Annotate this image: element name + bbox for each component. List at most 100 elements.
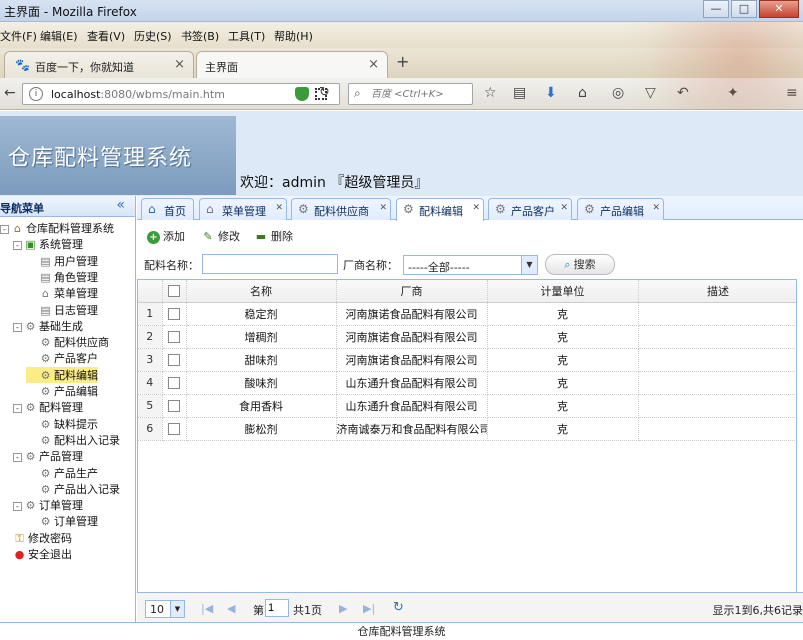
sidebar-item[interactable]: ⚙ 配料编辑	[26, 366, 98, 383]
edit-button[interactable]: ✎ 修改	[201, 228, 240, 244]
column-header-vendor[interactable]: 厂商	[336, 280, 488, 303]
menu-tools[interactable]: 工具(T)	[228, 28, 265, 44]
info-icon[interactable]: i	[29, 87, 43, 101]
collapse-icon[interactable]: «	[116, 197, 125, 213]
row-checkbox[interactable]	[168, 354, 180, 366]
row-select-cell[interactable]	[162, 371, 187, 395]
menu-view[interactable]: 查看(V)	[87, 28, 125, 44]
table-row[interactable]: 1 稳定剂 河南旗诺食品配料有限公司克	[138, 302, 796, 326]
sidebar-item[interactable]: ⚙ 缺料提示	[26, 416, 98, 432]
table-row[interactable]: 3 甜味剂 河南旗诺食品配料有限公司克	[138, 348, 796, 372]
column-header-name[interactable]: 名称	[186, 280, 337, 303]
share-icon[interactable]: ↶	[677, 85, 689, 101]
browser-tab-baidu[interactable]: 🐾 百度一下，你就知道 ×	[4, 51, 194, 78]
minimize-button[interactable]: —	[703, 0, 729, 18]
table-row[interactable]: 6 膨松剂 济南诚泰万和食品配料有限公司克	[138, 417, 796, 441]
browser-search-box[interactable]: ⌕	[348, 83, 473, 105]
chevron-down-icon[interactable]: ▼	[521, 256, 537, 274]
search-button[interactable]: ⌕ 搜索	[545, 254, 615, 275]
tab-product-edit[interactable]: ⚙ 产品编辑 ✕	[577, 198, 664, 220]
table-row[interactable]: 2 增稠剂 河南旗诺食品配料有限公司克	[138, 325, 796, 349]
collapse-toggle-icon[interactable]: -	[13, 502, 22, 512]
last-page-icon[interactable]: ▶|	[363, 602, 375, 615]
table-row[interactable]: 4 酸味剂 山东通升食品配料有限公司克	[138, 371, 796, 395]
reload-icon[interactable]: ↻	[319, 85, 330, 100]
sidebar-item[interactable]: ▤ 用户管理	[26, 253, 98, 269]
close-window-button[interactable]: ✕	[759, 0, 799, 18]
sidebar-item[interactable]: ⚿ 修改密码	[13, 530, 72, 546]
close-icon[interactable]: ✕	[379, 203, 387, 213]
bookmark-star-icon[interactable]: ☆	[484, 85, 497, 101]
shield-icon[interactable]	[295, 87, 309, 101]
collapse-toggle-icon[interactable]: -	[13, 404, 22, 414]
select-all-header[interactable]	[162, 280, 187, 303]
vendor-select[interactable]: -----全部----- ▼	[403, 255, 538, 275]
sidebar-item[interactable]: ⚙ 产品出入记录	[26, 481, 120, 497]
sidebar-item[interactable]: ⚙ 配料供应商	[26, 334, 109, 350]
collapse-toggle-icon[interactable]: -	[0, 225, 9, 234]
reading-list-icon[interactable]: ▤	[513, 85, 526, 101]
next-page-icon[interactable]: ▶	[339, 602, 347, 615]
sidebar-item[interactable]: ⚙ 产品生产	[26, 465, 98, 481]
table-row[interactable]: 5 食用香料 山东通升食品配料有限公司克	[138, 394, 796, 418]
row-select-cell[interactable]	[162, 302, 187, 326]
sidebar-item[interactable]: ⚙ 产品编辑	[26, 383, 98, 399]
prev-page-icon[interactable]: ◀	[227, 602, 235, 615]
close-tab-icon[interactable]: ×	[368, 57, 379, 72]
tab-product-customer[interactable]: ⚙ 产品客户 ✕	[488, 198, 572, 220]
sidebar-item[interactable]: - ▣ 系统管理	[13, 236, 83, 252]
row-checkbox[interactable]	[168, 308, 180, 320]
chevron-down-icon[interactable]: ▼	[170, 601, 184, 617]
sidebar-item[interactable]: ⚙ 订单管理	[26, 513, 98, 529]
pocket-icon[interactable]: ▽	[645, 85, 656, 101]
sidebar-item[interactable]: ▤ 日志管理	[26, 302, 98, 318]
column-header-description[interactable]: 描述	[638, 280, 796, 303]
row-select-cell[interactable]	[162, 348, 187, 372]
sidebar-item[interactable]: - ⌂ 仓库配料管理系统	[0, 220, 114, 236]
row-checkbox[interactable]	[168, 423, 180, 435]
sidebar-item[interactable]: - ⚙ 订单管理	[13, 497, 83, 513]
row-select-cell[interactable]	[162, 325, 187, 349]
tab-home[interactable]: ⌂ 首页	[141, 198, 194, 220]
maximize-button[interactable]: □	[731, 0, 757, 18]
sidebar-item[interactable]: ⌂ 菜单管理	[26, 285, 98, 301]
select-all-checkbox[interactable]	[168, 285, 180, 298]
page-size-select[interactable]: 10 ▼	[145, 600, 185, 618]
collapse-toggle-icon[interactable]: -	[13, 322, 22, 332]
close-icon[interactable]: ✕	[652, 203, 660, 213]
collapse-toggle-icon[interactable]: -	[13, 453, 22, 463]
hamburger-menu-icon[interactable]: ≡	[786, 85, 798, 101]
sync-icon[interactable]: ◎	[612, 85, 624, 101]
browser-search-input[interactable]	[371, 87, 469, 101]
tab-menu-management[interactable]: ⌂ 菜单管理 ✕	[199, 198, 287, 220]
add-button[interactable]: + 添加	[147, 228, 185, 244]
close-icon[interactable]: ✕	[275, 203, 283, 213]
refresh-icon[interactable]: ↻	[393, 600, 404, 615]
back-icon[interactable]: ←	[4, 85, 16, 101]
browser-tab-main[interactable]: 主界面 ×	[196, 51, 388, 78]
url-text[interactable]: localhost:8080/wbms/main.htm	[51, 88, 225, 101]
sidebar-item[interactable]: - ⚙ 配料管理	[13, 399, 83, 415]
sidebar-item[interactable]: ⚙ 产品客户	[26, 350, 98, 366]
sidebar-item[interactable]: ⚙ 配料出入记录	[26, 432, 120, 448]
row-checkbox[interactable]	[168, 331, 180, 343]
ingredient-name-input[interactable]	[202, 254, 338, 274]
addon-icon[interactable]: ✦	[727, 85, 739, 101]
tab-ingredient-edit[interactable]: ⚙ 配料编辑 ✕	[396, 198, 484, 221]
close-icon[interactable]: ✕	[472, 203, 480, 213]
sidebar-item[interactable]: ● 安全退出	[13, 546, 72, 562]
first-page-icon[interactable]: |◀	[201, 602, 213, 615]
sidebar-item[interactable]: - ⚙ 基础生成	[13, 318, 83, 334]
row-select-cell[interactable]	[162, 417, 187, 441]
row-checkbox[interactable]	[168, 400, 180, 412]
sidebar-item[interactable]: - ⚙ 产品管理	[13, 448, 83, 464]
row-checkbox[interactable]	[168, 377, 180, 389]
url-bar[interactable]: i localhost:8080/wbms/main.htm	[22, 83, 340, 105]
menu-file[interactable]: 文件(F)	[0, 28, 37, 44]
menu-bookmarks[interactable]: 书签(B)	[181, 28, 219, 44]
sidebar-item[interactable]: ▤ 角色管理	[26, 269, 98, 285]
collapse-toggle-icon[interactable]: -	[13, 241, 22, 251]
download-icon[interactable]: ⬇	[545, 85, 557, 101]
menu-help[interactable]: 帮助(H)	[274, 28, 313, 44]
column-header-unit[interactable]: 计量单位	[487, 280, 639, 303]
